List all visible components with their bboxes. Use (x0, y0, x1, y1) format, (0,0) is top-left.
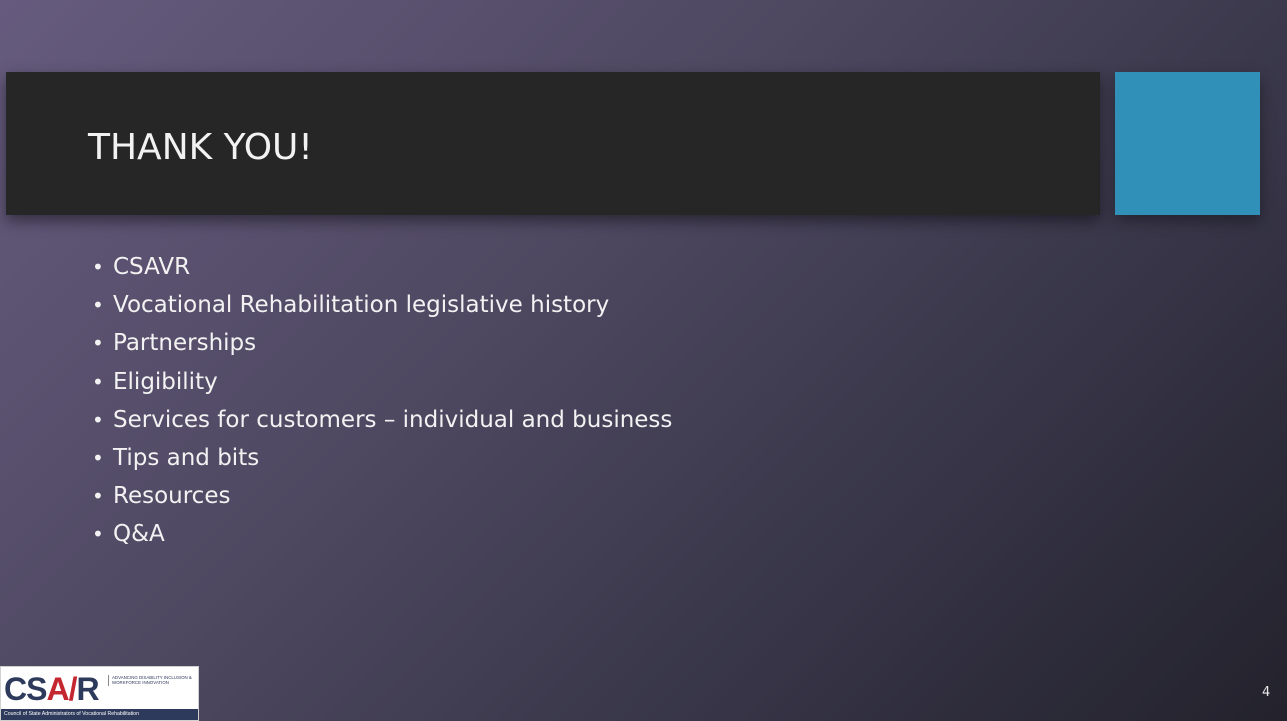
slide-number: 4 (1262, 685, 1271, 700)
logo-mark-v: A/ (46, 671, 77, 707)
bullet-item: • Tips and bits (92, 439, 672, 477)
bullet-text: Eligibility (113, 368, 218, 395)
slide: THANK YOU! • CSAVR • Vocational Rehabili… (0, 0, 1287, 721)
bullet-dot: • (92, 331, 104, 356)
logo-tagline: Advancing Disability Inclusion & Workfor… (108, 675, 196, 686)
bullet-item: • Eligibility (92, 363, 672, 401)
logo-wordmark: CSA/R (4, 671, 100, 707)
bullet-item: • Services for customers – individual an… (92, 401, 672, 439)
bullet-text: Partnerships (113, 330, 257, 357)
bullet-dot: • (92, 484, 104, 509)
bullet-list: • CSAVR • Vocational Rehabilitation legi… (92, 248, 672, 554)
bullet-item: • Vocational Rehabilitation legislative … (92, 286, 672, 324)
bullet-text: Services for customers – individual and … (113, 406, 673, 433)
bullet-item: • Partnerships (92, 324, 672, 362)
bullet-text: Resources (113, 483, 231, 510)
bullet-dot: • (92, 522, 104, 547)
bullet-item: • CSAVR (92, 248, 672, 286)
logo-mark-prefix: CS (4, 671, 47, 707)
slide-title: THANK YOU! (88, 127, 313, 168)
bullet-dot: • (92, 369, 104, 394)
bullet-dot: • (92, 407, 104, 432)
bullet-dot: • (92, 255, 104, 280)
bullet-text: Vocational Rehabilitation legislative hi… (113, 292, 610, 319)
accent-square (1115, 72, 1260, 215)
title-bar: THANK YOU! (6, 72, 1100, 215)
logo-footer: Council of State Administrators of Vocat… (1, 709, 198, 720)
csavr-logo: CSA/R Advancing Disability Inclusion & W… (0, 666, 199, 721)
bullet-item: • Q&A (92, 515, 672, 553)
bullet-text: CSAVR (113, 254, 191, 281)
bullet-text: Q&A (113, 521, 165, 548)
logo-mark-suffix: R (76, 671, 99, 707)
bullet-text: Tips and bits (113, 445, 260, 472)
bullet-dot: • (92, 446, 104, 471)
bullet-item: • Resources (92, 477, 672, 515)
bullet-dot: • (92, 293, 104, 318)
